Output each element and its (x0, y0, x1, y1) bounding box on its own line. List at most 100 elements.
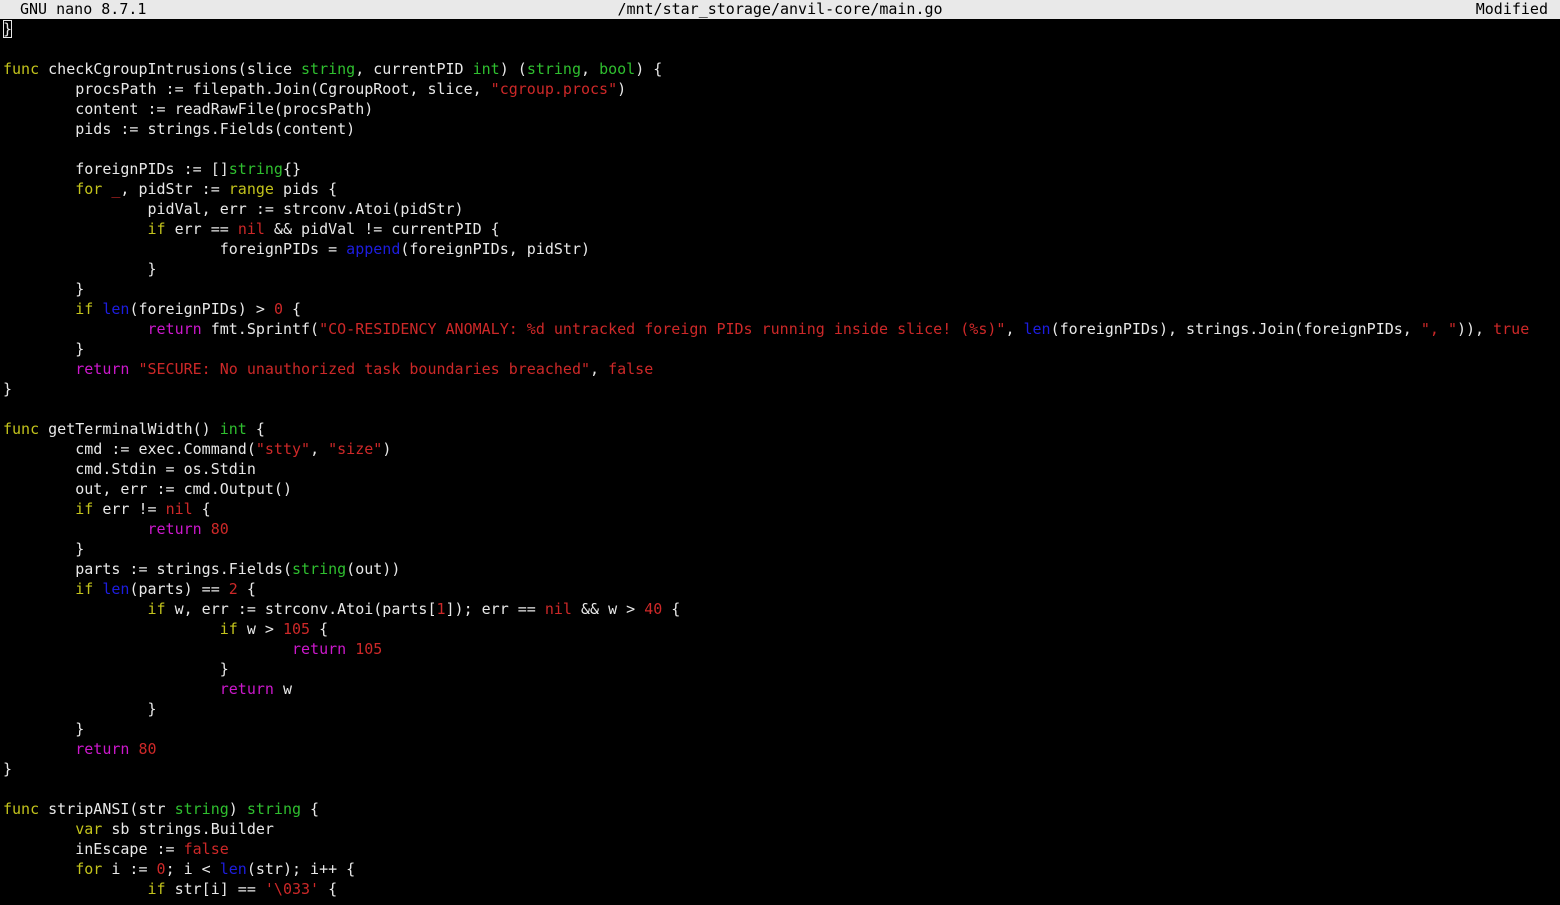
code-line[interactable]: } (3, 759, 1560, 779)
code-line[interactable]: return "SECURE: No unauthorized task bou… (3, 359, 1560, 379)
code-token: return (219, 680, 274, 698)
code-token: { (662, 600, 681, 618)
code-line[interactable]: } (3, 339, 1560, 359)
code-token: "size" (328, 440, 383, 458)
code-token: getTerminalWidth() (39, 420, 220, 438)
code-token: ) ( (499, 60, 527, 78)
code-line[interactable]: cmd := exec.Command("stty", "size") (3, 439, 1560, 459)
code-token: checkCgroupIntrusions(slice (39, 60, 302, 78)
editor-text-area[interactable]: } func checkCgroupIntrusions(slice string… (3, 19, 1560, 905)
code-line[interactable]: inEscape := false (3, 839, 1560, 859)
code-token: return (147, 520, 202, 538)
code-line[interactable]: return 105 (3, 639, 1560, 659)
code-line[interactable]: func getTerminalWidth() int { (3, 419, 1560, 439)
code-line[interactable]: } (3, 19, 1560, 39)
code-line[interactable]: foreignPIDs = append(foreignPIDs, pidStr… (3, 239, 1560, 259)
code-line[interactable]: return w (3, 679, 1560, 699)
code-line[interactable]: if w > 105 { (3, 619, 1560, 639)
code-token: { (246, 420, 265, 438)
code-line[interactable]: for _, pidStr := range pids { (3, 179, 1560, 199)
code-token: for (75, 180, 103, 198)
code-token: err != (93, 500, 166, 518)
code-line[interactable]: if err == nil && pidVal != currentPID { (3, 219, 1560, 239)
code-token: cmd := exec.Command( (3, 440, 256, 458)
code-line[interactable]: if len(parts) == 2 { (3, 579, 1560, 599)
code-token: 40 (644, 600, 663, 618)
code-line[interactable]: content := readRawFile(procsPath) (3, 99, 1560, 119)
code-line[interactable]: return 80 (3, 739, 1560, 759)
code-line[interactable]: pids := strings.Fields(content) (3, 119, 1560, 139)
code-line[interactable]: pidVal, err := strconv.Atoi(pidStr) (3, 199, 1560, 219)
code-token: 105 (355, 640, 383, 658)
code-line[interactable]: } (3, 719, 1560, 739)
code-token: (str); i++ { (246, 860, 356, 878)
code-token: (out)) (346, 560, 401, 578)
code-token: , (590, 360, 609, 378)
code-token: w (273, 680, 292, 698)
code-token: string (526, 60, 581, 78)
file-path: /mnt/star_storage/anvil-core/main.go (617, 0, 943, 18)
code-token: 0 (156, 860, 166, 878)
terminal-window[interactable]: /mnt/star_storage/anvil-core/main.go GNU… (0, 0, 1560, 905)
code-line[interactable] (3, 139, 1560, 159)
code-token: { (282, 300, 302, 318)
code-line[interactable]: return fmt.Sprintf("CO-RESIDENCY ANOMALY… (3, 319, 1560, 339)
code-token: , (310, 440, 329, 458)
code-line[interactable]: if w, err := strconv.Atoi(parts[1]); err… (3, 599, 1560, 619)
code-line[interactable]: var sb strings.Builder (3, 819, 1560, 839)
code-token: w > (237, 620, 283, 638)
code-line[interactable]: foreignPIDs := []string{} (3, 159, 1560, 179)
code-token: len (219, 860, 247, 878)
code-token: && pidVal != currentPID { (264, 220, 500, 238)
code-line[interactable]: } (3, 539, 1560, 559)
code-line[interactable]: func checkCgroupIntrusions(slice string,… (3, 59, 1560, 79)
code-line[interactable]: if err != nil { (3, 499, 1560, 519)
code-line[interactable]: for i := 0; i < len(str); i++ { (3, 859, 1560, 879)
code-line[interactable]: procsPath := filepath.Join(CgroupRoot, s… (3, 79, 1560, 99)
code-token: (parts) == (129, 580, 229, 598)
code-token: false (183, 840, 229, 858)
code-token: , (581, 60, 600, 78)
code-token: } (3, 340, 85, 358)
code-token: parts := strings.Fields( (3, 560, 292, 578)
code-token: "SECURE: No unauthorized task boundaries… (138, 360, 591, 378)
code-token: ; i < (165, 860, 220, 878)
code-line[interactable]: } (3, 279, 1560, 299)
code-line[interactable]: cmd.Stdin = os.Stdin (3, 459, 1560, 479)
code-line[interactable] (3, 779, 1560, 799)
code-line[interactable]: if len(foreignPIDs) > 0 { (3, 299, 1560, 319)
code-token: pids { (273, 180, 338, 198)
code-line[interactable] (3, 399, 1560, 419)
code-token: i := (102, 860, 157, 878)
code-token: } (3, 700, 157, 718)
code-token: } (3, 280, 85, 298)
code-token: 105 (282, 620, 311, 638)
code-line[interactable]: } (3, 659, 1560, 679)
code-line[interactable]: } (3, 379, 1560, 399)
code-line[interactable]: parts := strings.Fields(string(out)) (3, 559, 1560, 579)
code-line[interactable] (3, 39, 1560, 59)
code-line[interactable]: if str[i] == '\033' { (3, 879, 1560, 899)
code-token: ) (617, 80, 627, 98)
code-token: string (228, 160, 283, 178)
code-line[interactable]: out, err := cmd.Output() (3, 479, 1560, 499)
code-token: pids := strings.Fields(content) (3, 120, 356, 138)
code-token: ) (382, 440, 392, 458)
code-token: ]); err == (445, 600, 545, 618)
code-token: foreignPIDs := [] (3, 160, 229, 178)
code-line[interactable]: } (3, 699, 1560, 719)
code-token: && w > (571, 600, 645, 618)
code-token: { (301, 800, 320, 818)
code-line[interactable]: func stripANSI(str string) string { (3, 799, 1560, 819)
code-token: range (228, 180, 274, 198)
code-line[interactable]: } (3, 259, 1560, 279)
code-line[interactable]: return 80 (3, 519, 1560, 539)
